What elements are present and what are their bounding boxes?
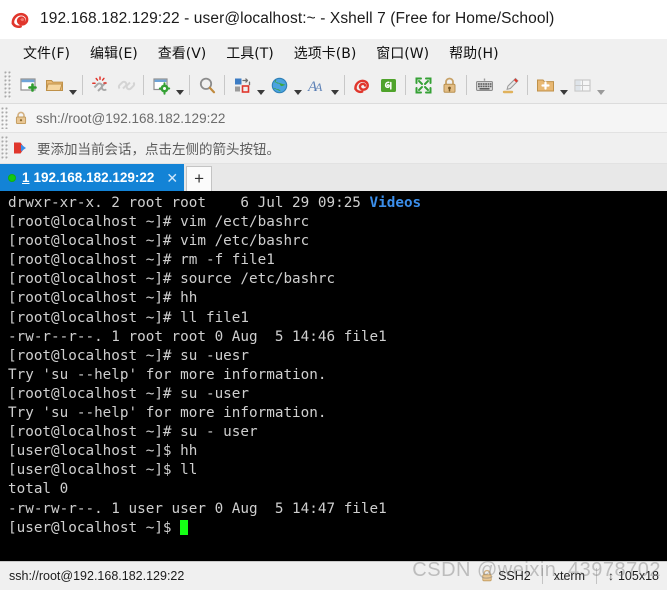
terminal-line: [root@localhost ~]# rm -f file1 [8, 252, 275, 269]
notice-text: 要添加当前会话，点击左侧的箭头按钮。 [37, 142, 280, 158]
menu-bar: 文件(F) 编辑(E) 查看(V) 工具(T) 选项卡(B) 窗口(W) 帮助(… [0, 39, 667, 67]
status-terminal-size: 105x18 [617, 569, 659, 583]
add-folder-dropdown-caret-icon[interactable] [558, 69, 569, 102]
address-bar[interactable]: ssh://root@192.168.182.129:22 [0, 104, 667, 133]
file-transfer-dropdown-caret-icon[interactable] [255, 69, 266, 102]
terminal-line: [root@localhost ~]# su - user [8, 424, 258, 441]
new-session-icon[interactable] [15, 72, 41, 98]
status-right-group: SSH2 xterm ↕ 105x18 [480, 568, 667, 584]
status-separator [595, 568, 597, 584]
terminal-line: Try 'su --help' for more information. [8, 405, 327, 422]
terminal-cursor [180, 519, 189, 535]
lock-icon[interactable] [436, 72, 462, 98]
status-terminal-type: xterm [553, 569, 585, 583]
close-icon[interactable]: ✕ [166, 171, 178, 185]
open-session-dropdown-caret-icon[interactable] [67, 69, 78, 102]
notice-bar: 要添加当前会话，点击左侧的箭头按钮。 [0, 133, 667, 164]
xshell-spiral-logo-icon [10, 8, 32, 30]
terminal-line: [root@localhost ~]# su -user [8, 385, 250, 402]
toolbar-separator [189, 75, 190, 95]
terminal-line: total 0 [8, 481, 69, 498]
toolbar: A A [0, 67, 667, 104]
address-url[interactable]: ssh://root@192.168.182.129:22 [36, 111, 225, 126]
highlighter-icon[interactable] [497, 72, 523, 98]
window-title: 192.168.182.129:22 - user@localhost:~ - … [40, 10, 555, 27]
font-icon[interactable]: A A [303, 72, 329, 98]
menu-edit[interactable]: 编辑(E) [81, 41, 147, 65]
status-separator [541, 568, 543, 584]
terminal-line: drwxr-xr-x. 2 root root 6 Jul 29 09:25 V… [8, 194, 667, 213]
disconnect-icon[interactable] [87, 72, 113, 98]
tab-bar-empty-area [212, 164, 667, 191]
terminal-line: [root@localhost ~]# hh [8, 290, 198, 307]
terminal-line: Try 'su --help' for more information. [8, 366, 327, 383]
terminal-line: [root@localhost ~]# vim /ect/bashrc [8, 214, 310, 231]
status-bar: ssh://root@192.168.182.129:22 SSH2 xterm… [0, 561, 667, 590]
xshell-window: 192.168.182.129:22 - user@localhost:~ - … [0, 0, 667, 590]
terminal-prompt-text: [user@localhost ~]$ [8, 519, 181, 536]
tab-number: 1 [22, 170, 30, 185]
red-arrow-icon[interactable] [13, 140, 31, 156]
terminal-line: [root@localhost ~]# ll file1 [8, 309, 250, 326]
menu-window[interactable]: 窗口(W) [367, 41, 438, 65]
terminal-line: [user@localhost ~]$ hh [8, 443, 198, 460]
terminal-line: [root@localhost ~]# su -uesr [8, 347, 250, 364]
toolbar-separator [344, 75, 345, 95]
terminal-output[interactable]: drwxr-xr-x. 2 root root 6 Jul 29 09:25 V… [0, 191, 667, 561]
terminal-line: [root@localhost ~]# source /etc/bashrc [8, 271, 336, 288]
layout-dropdown-caret-icon[interactable] [595, 69, 606, 102]
menu-help[interactable]: 帮助(H) [440, 41, 507, 65]
globe-icon[interactable] [266, 72, 292, 98]
session-properties-dropdown-caret-icon[interactable] [174, 69, 185, 102]
terminal-line: [root@localhost ~]# vim /etc/bashrc [8, 233, 310, 250]
title-bar: 192.168.182.129:22 - user@localhost:~ - … [0, 0, 667, 39]
toolbar-separator [143, 75, 144, 95]
address-bar-grip-handle[interactable] [1, 107, 8, 129]
menu-file[interactable]: 文件(F) [14, 41, 79, 65]
globe-dropdown-caret-icon[interactable] [292, 69, 303, 102]
menu-tools[interactable]: 工具(T) [217, 41, 282, 65]
toolbar-separator [405, 75, 406, 95]
tab-bar: 1 192.168.182.129:22 ✕ + [0, 164, 667, 191]
status-protocol: SSH2 [498, 569, 531, 583]
fullscreen-icon[interactable] [410, 72, 436, 98]
xshell-icon[interactable] [349, 72, 375, 98]
keyboard-icon[interactable] [471, 72, 497, 98]
status-connection: ssh://root@192.168.182.129:22 [9, 569, 185, 583]
find-icon[interactable] [194, 72, 220, 98]
svg-text:A: A [314, 80, 323, 94]
tab-label: 192.168.182.129:22 [33, 170, 155, 185]
menu-tabs[interactable]: 选项卡(B) [285, 41, 366, 65]
terminal-dir-name: Videos [369, 195, 422, 211]
tab-session-1[interactable]: 1 192.168.182.129:22 ✕ [0, 164, 185, 191]
terminal-line: [user@localhost ~]$ ll [8, 462, 198, 479]
file-transfer-icon[interactable] [229, 72, 255, 98]
terminal-line: -rw-rw-r--. 1 user user 0 Aug 5 14:47 fi… [8, 500, 387, 517]
terminal-line-text: drwxr-xr-x. 2 root root 6 Jul 29 09:25 [8, 195, 370, 211]
terminal-line: -rw-r--r--. 1 root root 0 Aug 5 14:46 fi… [8, 328, 387, 345]
open-session-folder-icon[interactable] [41, 72, 67, 98]
menu-view[interactable]: 查看(V) [149, 41, 216, 65]
toolbar-grip-handle[interactable] [4, 71, 11, 99]
ssh-lock-icon [480, 569, 494, 583]
font-dropdown-caret-icon[interactable] [329, 69, 340, 102]
xftp-icon[interactable] [375, 72, 401, 98]
add-folder-icon[interactable] [532, 72, 558, 98]
toolbar-separator [82, 75, 83, 95]
reconnect-icon[interactable] [113, 72, 139, 98]
resize-arrow-icon: ↕ [607, 569, 614, 583]
terminal-prompt-line: [user@localhost ~]$ [8, 519, 667, 538]
lock-icon [13, 110, 29, 126]
toolbar-separator [224, 75, 225, 95]
layout-icon[interactable] [569, 72, 595, 98]
session-properties-icon[interactable] [148, 72, 174, 98]
connected-dot-icon [8, 173, 16, 182]
new-tab-button[interactable]: + [186, 166, 213, 191]
notice-bar-grip-handle[interactable] [1, 136, 8, 160]
toolbar-separator [527, 75, 528, 95]
toolbar-separator [466, 75, 467, 95]
